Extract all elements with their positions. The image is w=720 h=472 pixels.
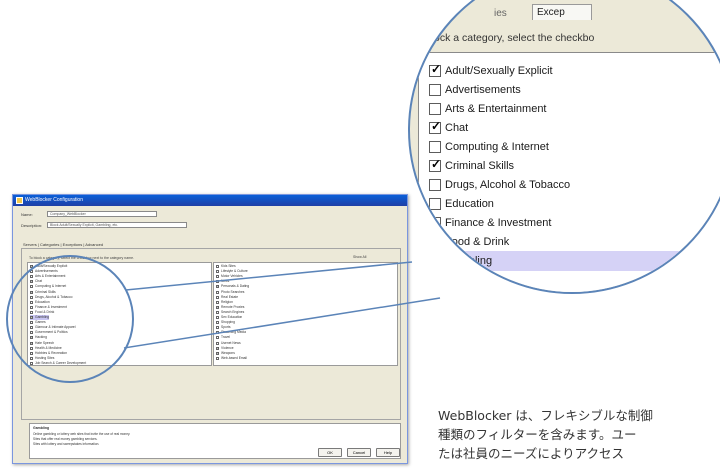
category-item[interactable]: Arts & Entertainment: [429, 99, 720, 119]
category-item[interactable]: ✓ Adult/Sexually Explicit: [429, 61, 720, 81]
category-label: Advertisements: [445, 84, 521, 96]
magnified-category-view: ies Excep ock a category, select the che…: [408, 0, 720, 294]
checked-checkbox[interactable]: ✓: [429, 119, 442, 134]
checkbox[interactable]: [429, 274, 441, 286]
checkbox[interactable]: [429, 236, 441, 248]
checkbox[interactable]: [429, 141, 441, 153]
checkbox[interactable]: [429, 217, 441, 229]
magnified-instruction: ock a category, select the checkbo: [434, 32, 595, 44]
category-label: Games: [445, 274, 481, 286]
category-item[interactable]: ✓ Criminal Skills: [429, 156, 720, 176]
category-label: Computing & Internet: [445, 141, 549, 153]
category-item[interactable]: Games: [429, 270, 720, 290]
category-item[interactable]: ✓ Gambling: [429, 251, 720, 271]
category-label: Drugs, Alcohol & Tobacco: [445, 179, 571, 191]
check-icon: ✓: [431, 119, 442, 133]
checked-checkbox[interactable]: ✓: [429, 62, 442, 77]
checkbox[interactable]: [429, 198, 441, 210]
category-item[interactable]: Computing & Internet: [429, 137, 720, 157]
caption-line-1: WebBlocker は、フレキシブルな制御: [438, 408, 653, 423]
category-item[interactable]: Drugs, Alcohol & Tobacco: [429, 175, 720, 195]
description-caption: WebBlocker は、フレキシブルな制御 種類のフィルターを含みます。ユー …: [438, 406, 720, 463]
category-item[interactable]: Food & Drink: [429, 232, 720, 252]
category-item[interactable]: Advertisements: [429, 80, 720, 100]
category-label: Arts & Entertainment: [445, 103, 547, 115]
category-label: Education: [445, 198, 494, 210]
category-label: Adult/Sexually Explicit: [445, 65, 553, 77]
category-item[interactable]: Finance & Investment: [429, 213, 720, 233]
checked-checkbox[interactable]: ✓: [429, 252, 442, 267]
category-item[interactable]: ✓ Chat: [429, 118, 720, 138]
check-icon: ✓: [431, 62, 442, 76]
category-label: Chat: [445, 122, 469, 134]
caption-line-3: たは社員のニーズによりアクセス: [438, 446, 625, 461]
caption-line-2: 種類のフィルターを含みます。ユー: [438, 427, 637, 442]
checkbox[interactable]: [429, 103, 441, 115]
checked-checkbox[interactable]: ✓: [429, 157, 442, 172]
tab-exceptions-partial[interactable]: Excep: [532, 4, 592, 20]
category-label: Food & Drink: [445, 236, 510, 248]
checkbox[interactable]: [429, 84, 441, 96]
magnified-category-list[interactable]: ✓ Adult/Sexually Explicit Advertisements Ar…: [418, 52, 720, 292]
category-item[interactable]: Education: [429, 194, 720, 214]
category-label: Criminal Skills: [445, 160, 515, 172]
category-label: Finance & Investment: [445, 217, 552, 229]
checkbox[interactable]: [429, 179, 441, 191]
category-label: Gambling: [445, 255, 493, 267]
check-icon: ✓: [431, 157, 442, 171]
check-icon: ✓: [431, 252, 442, 266]
tab-categories-partial[interactable]: ies: [494, 8, 507, 19]
